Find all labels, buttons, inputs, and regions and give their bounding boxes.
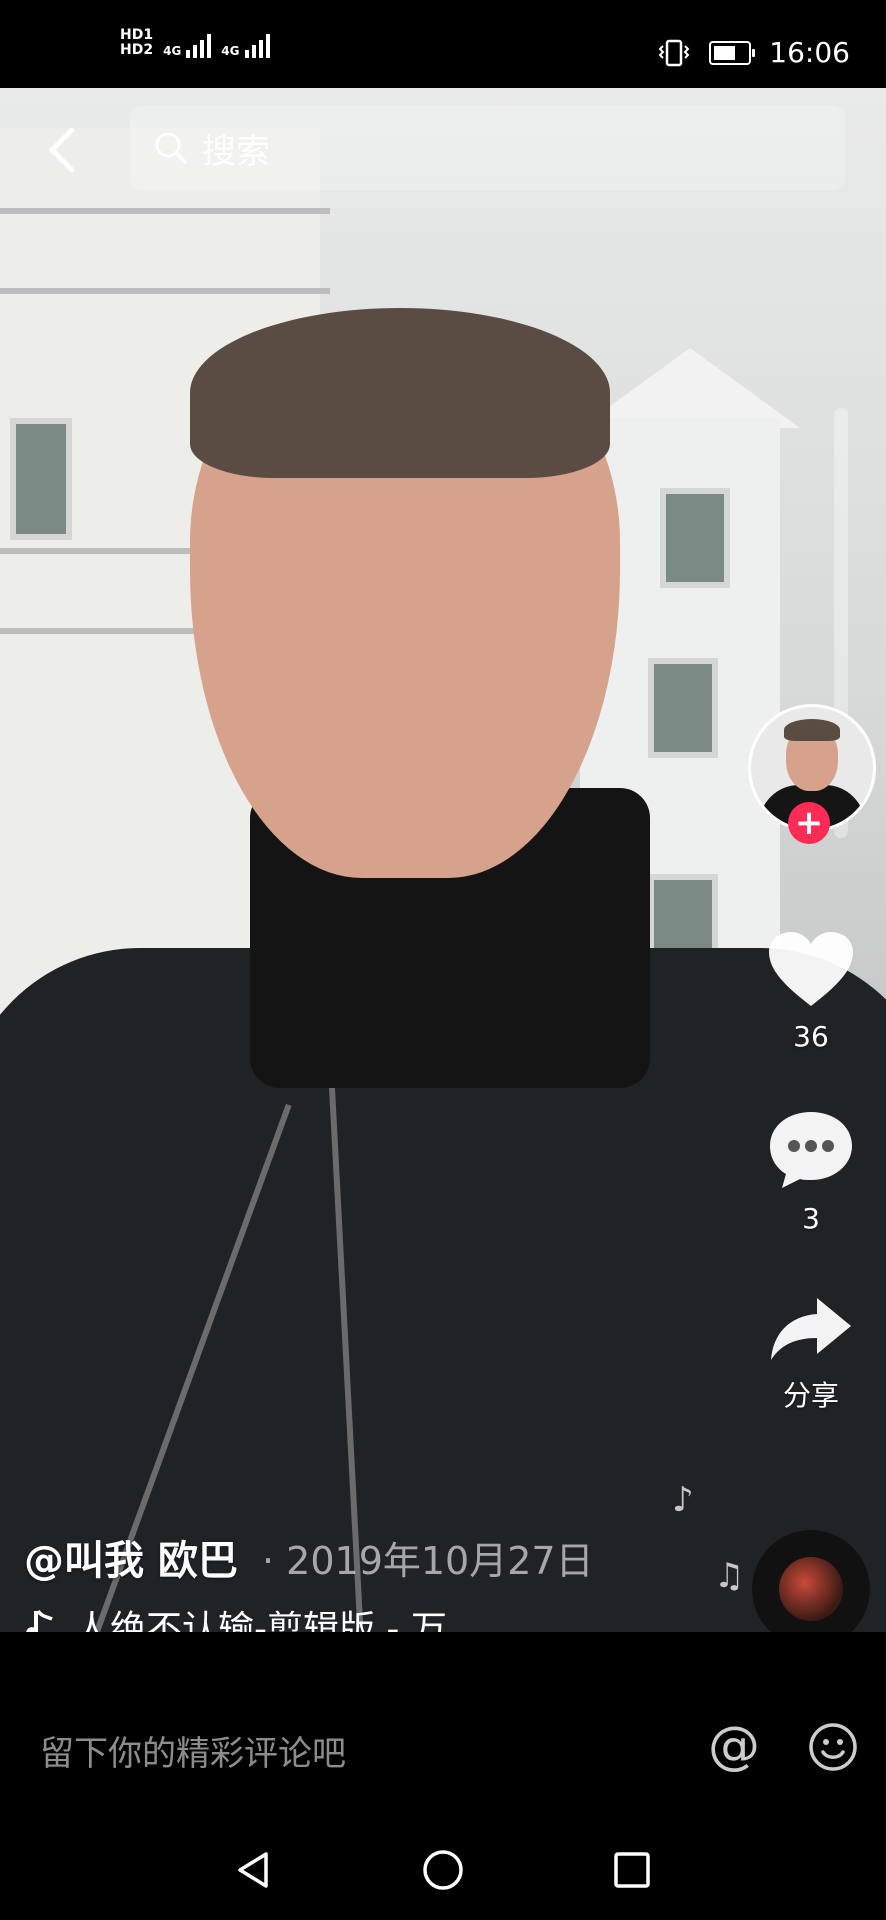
clock: 16:06 <box>769 36 850 69</box>
author-name[interactable]: @叫我 欧巴 <box>24 1528 238 1586</box>
share-icon <box>771 1298 851 1360</box>
hd2-label: HD2 <box>120 42 154 58</box>
subject-hair <box>190 308 610 478</box>
signal-1-icon: 4G <box>163 34 212 58</box>
heart-icon <box>769 932 853 1006</box>
signal-2-icon: 4G <box>221 34 270 58</box>
network-type-1: 4G <box>163 44 182 58</box>
vibrate-icon <box>658 39 690 66</box>
search-icon <box>155 132 187 164</box>
share-button[interactable]: 分享 <box>756 1294 866 1414</box>
back-icon[interactable] <box>42 124 86 176</box>
mention-button[interactable]: @ <box>708 1718 760 1774</box>
like-button[interactable]: 36 <box>756 928 866 1053</box>
battery-icon <box>709 40 756 65</box>
post-date: · 2019年10月27日 <box>262 1539 594 1583</box>
floating-note-icon: ♪ <box>672 1480 694 1520</box>
hd1-label: HD1 <box>120 27 154 43</box>
nav-recents-icon[interactable] <box>610 1848 654 1892</box>
status-right: 16:06 <box>657 36 850 69</box>
network-type-2: 4G <box>221 44 240 58</box>
building-right-roof <box>580 348 800 428</box>
nav-home-icon[interactable] <box>421 1848 465 1892</box>
follow-button[interactable]: + <box>788 802 830 844</box>
comment-input[interactable]: 留下你的精彩评论吧 <box>40 1726 346 1775</box>
search-placeholder: 搜索 <box>202 131 270 172</box>
video-player[interactable] <box>0 88 886 1632</box>
music-disc[interactable] <box>752 1530 870 1648</box>
status-bar: HD1 HD2 4G 4G 16:06 <box>0 0 886 88</box>
sim-indicators: HD1 HD2 <box>120 28 153 58</box>
comment-icon <box>770 1112 852 1188</box>
comment-button[interactable]: 3 <box>756 1108 866 1235</box>
floating-note-icon-2: ♫ <box>714 1556 745 1596</box>
search-bar[interactable]: 搜索 <box>130 106 845 190</box>
comment-count: 3 <box>802 1202 820 1235</box>
share-label: 分享 <box>782 1379 839 1412</box>
nav-back-icon[interactable] <box>232 1848 276 1892</box>
emoji-icon[interactable] <box>808 1722 858 1772</box>
like-count: 36 <box>793 1020 829 1053</box>
status-left: HD1 HD2 4G 4G <box>120 28 270 58</box>
music-cover <box>779 1557 843 1621</box>
